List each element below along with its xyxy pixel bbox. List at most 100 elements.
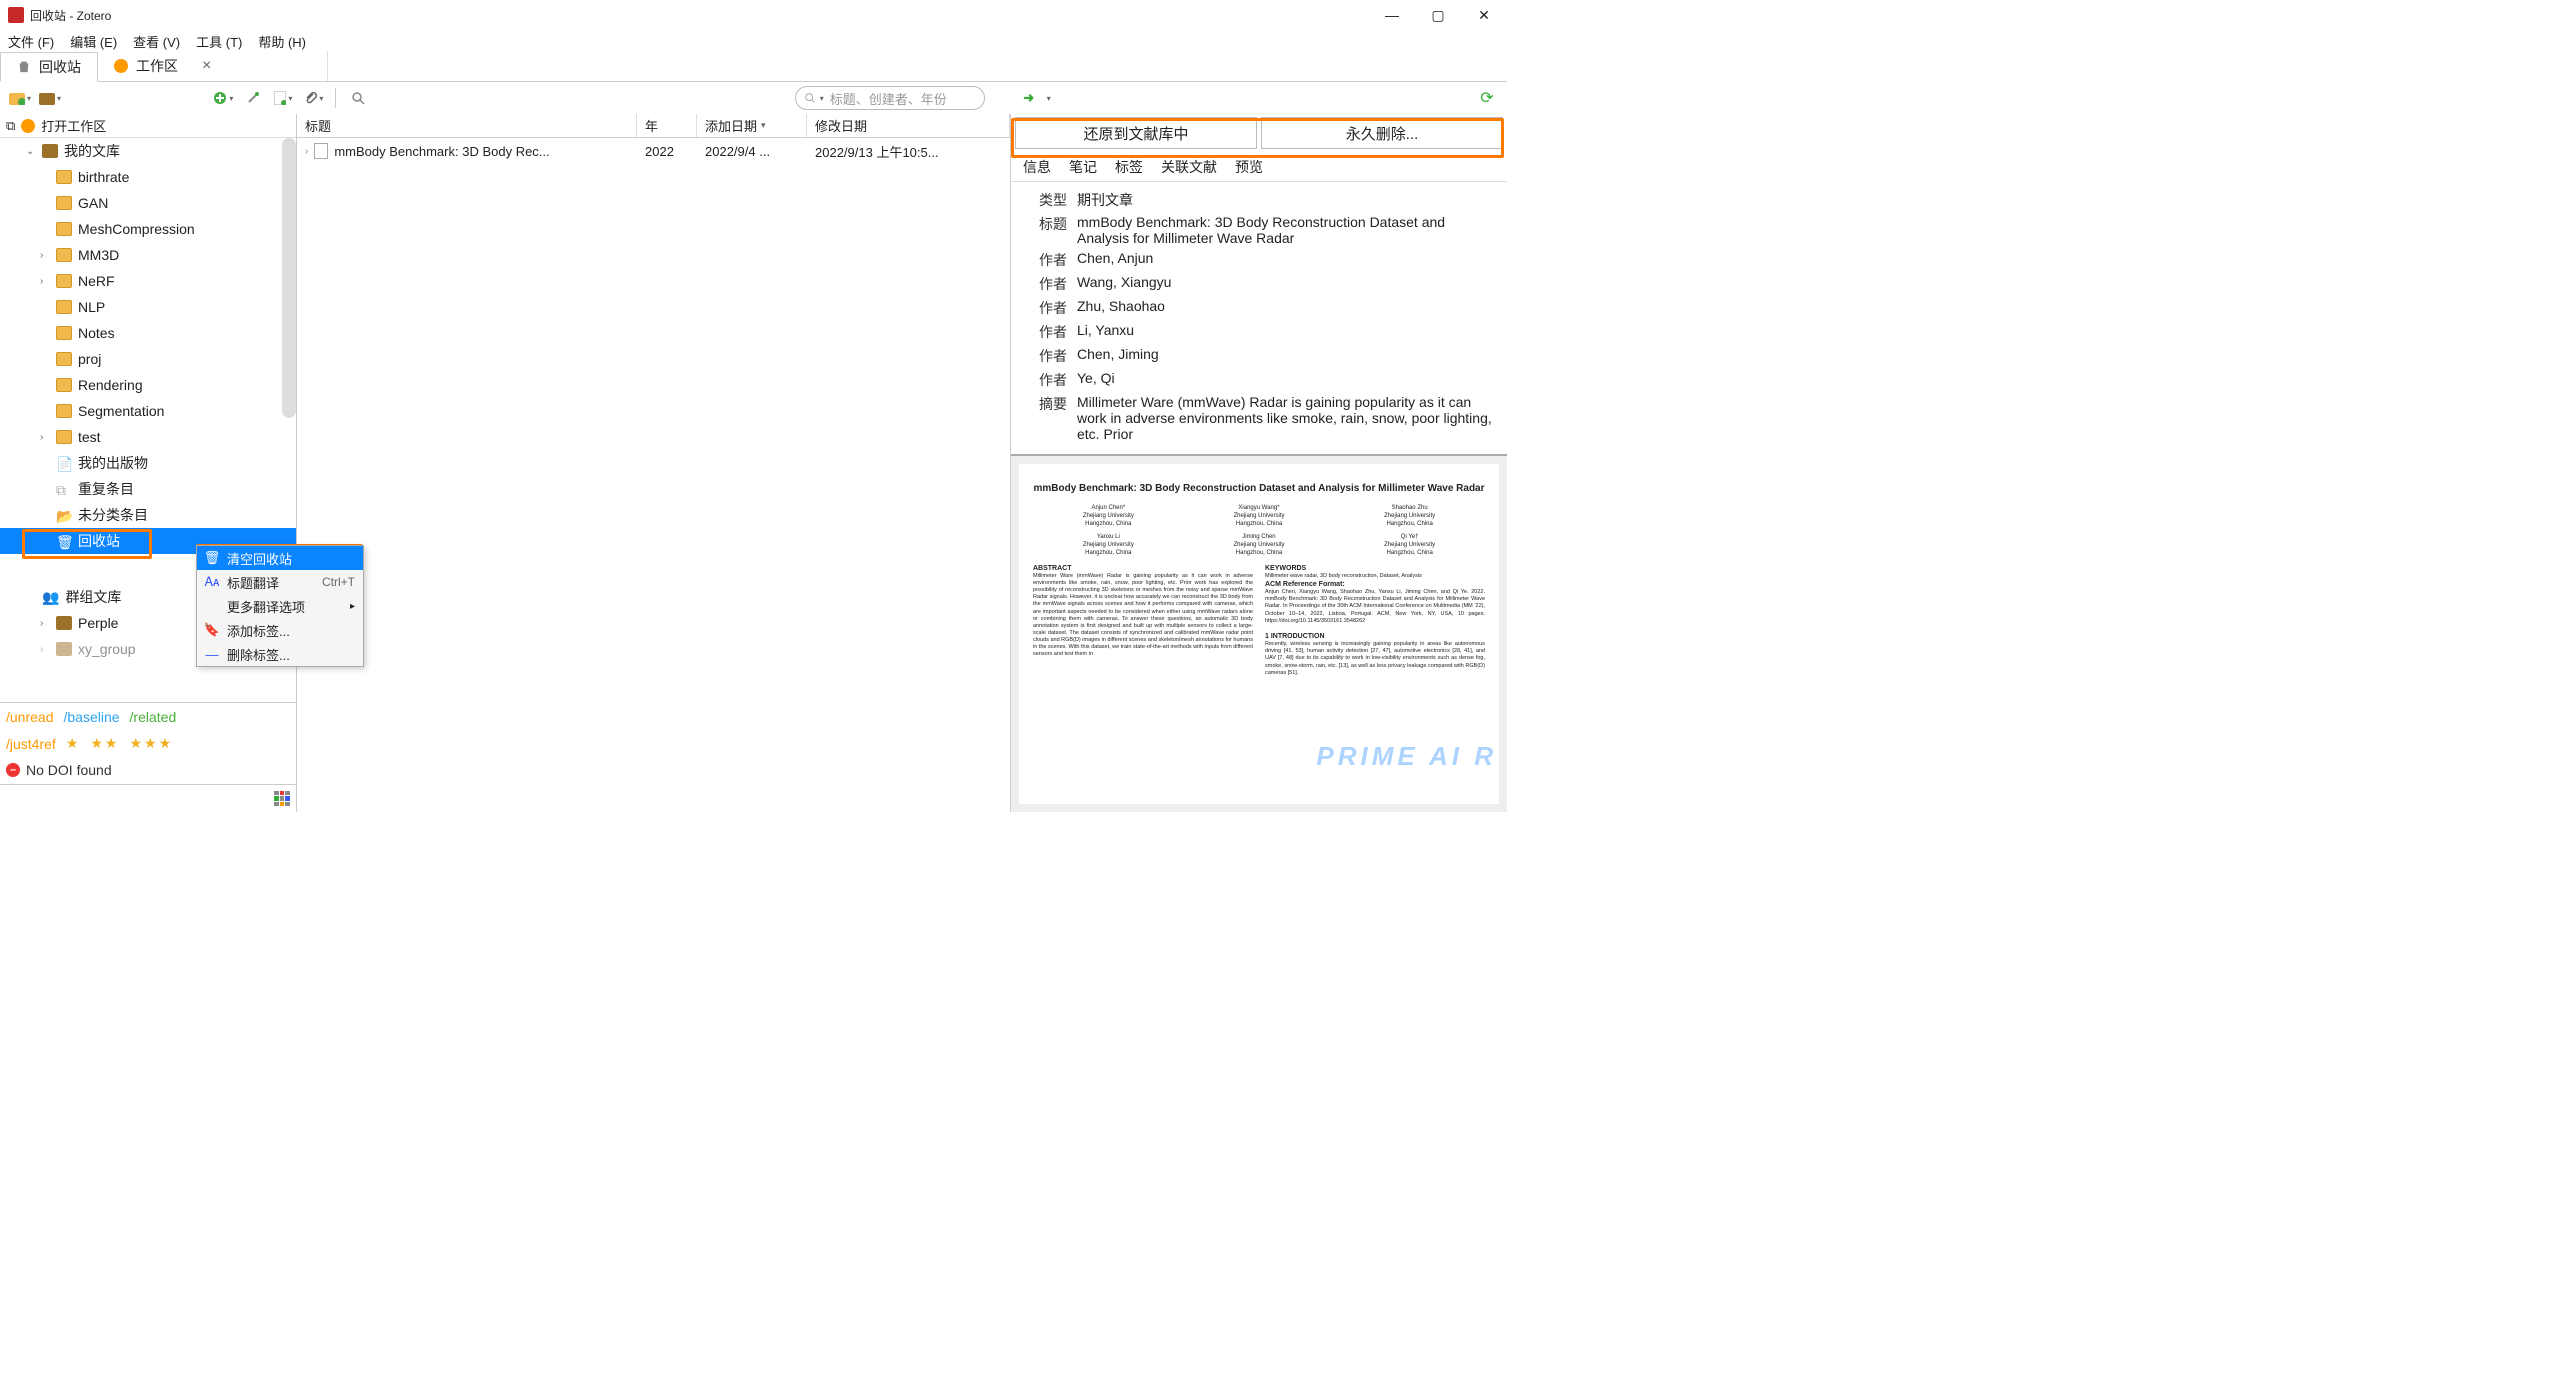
field-author[interactable]: Chen, Anjun — [1077, 250, 1497, 270]
library-icon — [56, 616, 72, 630]
tree-folder[interactable]: NLP — [0, 294, 296, 320]
sync-locate-button[interactable]: ➜ — [1017, 86, 1041, 110]
info-panel: 类型期刊文章 标题mmBody Benchmark: 3D Body Recon… — [1011, 182, 1507, 454]
item-row[interactable]: ›mmBody Benchmark: 3D Body Rec... 2022 2… — [297, 138, 1010, 164]
search-input[interactable]: ▾ 标题、创建者、年份 — [795, 86, 985, 110]
tree-folder[interactable]: GAN — [0, 190, 296, 216]
new-item-button[interactable] — [211, 86, 235, 110]
tab-tags[interactable]: 标签 — [1115, 157, 1143, 177]
field-author[interactable]: Li, Yanxu — [1077, 322, 1497, 342]
zotero-icon — [114, 59, 128, 73]
menu-help[interactable]: 帮助 (H) — [258, 32, 306, 51]
tag[interactable]: /related — [130, 709, 177, 725]
library-icon — [42, 144, 58, 158]
star-rating-2[interactable]: ★★ — [90, 735, 119, 752]
window-title: 回收站 - Zotero — [30, 7, 111, 24]
external-icon: ⧉ — [6, 118, 15, 134]
menu-view[interactable]: 查看 (V) — [133, 32, 180, 51]
tab-related[interactable]: 关联文献 — [1161, 157, 1217, 177]
field-title[interactable]: mmBody Benchmark: 3D Body Reconstruction… — [1077, 214, 1497, 246]
note-button[interactable] — [271, 86, 295, 110]
new-collection-button[interactable] — [8, 86, 32, 110]
field-author[interactable]: Chen, Jiming — [1077, 346, 1497, 366]
menu-tools[interactable]: 工具 (T) — [196, 32, 242, 51]
close-window-button[interactable]: ✕ — [1461, 0, 1507, 30]
group-icon: 👥 — [42, 589, 59, 606]
col-modified[interactable]: 修改日期 — [807, 114, 1010, 137]
new-library-button[interactable] — [38, 86, 62, 110]
attach-button[interactable] — [301, 86, 325, 110]
folder-icon — [56, 300, 72, 314]
left-header-label: 打开工作区 — [41, 116, 106, 135]
tags-pane: /unread /baseline /related /just4ref ★ ★… — [0, 702, 296, 784]
ctx-translate-title[interactable]: 🗛标题翻译Ctrl+T — [197, 570, 363, 594]
pdf-preview[interactable]: mmBody Benchmark: 3D Body Reconstruction… — [1011, 454, 1507, 812]
tree-duplicates[interactable]: ⧉重复条目 — [0, 476, 296, 502]
tab-workspace[interactable]: 工作区 × — [98, 51, 328, 81]
delete-permanently-button[interactable]: 永久删除... — [1261, 117, 1503, 149]
tree-folder[interactable]: proj — [0, 346, 296, 372]
tree-my-publications[interactable]: 📄我的出版物 — [0, 450, 296, 476]
folder-icon — [56, 196, 72, 210]
tab-info[interactable]: 信息 — [1023, 157, 1051, 177]
col-title[interactable]: 标题 — [297, 114, 637, 137]
tree-folder[interactable]: Rendering — [0, 372, 296, 398]
minus-icon: — — [205, 647, 219, 661]
app-icon — [8, 7, 24, 23]
menu-file[interactable]: 文件 (F) — [8, 32, 54, 51]
tree-folder[interactable]: ›MM3D — [0, 242, 296, 268]
field-abstract[interactable]: Millimeter Ware (mmWave) Radar is gainin… — [1077, 394, 1497, 442]
sync-button[interactable]: ⟳ — [1475, 86, 1499, 110]
tag-filter-input[interactable] — [6, 791, 274, 806]
star-rating-1[interactable]: ★ — [66, 735, 81, 752]
search-button[interactable] — [346, 86, 370, 110]
tree-folder[interactable]: Segmentation — [0, 398, 296, 424]
tree-folder[interactable]: ›test — [0, 424, 296, 450]
tag[interactable]: /baseline — [63, 709, 119, 725]
wand-button[interactable] — [241, 86, 265, 110]
unfiled-icon: 📂 — [56, 508, 72, 522]
col-year[interactable]: 年 — [637, 114, 697, 137]
doc-icon: 📄 — [56, 456, 72, 470]
field-type[interactable]: 期刊文章 — [1077, 190, 1497, 210]
close-tab-button[interactable]: × — [202, 57, 211, 75]
trash-icon-white: 🗑 — [56, 534, 72, 548]
ctx-add-tag[interactable]: 🔖添加标签... — [197, 618, 363, 642]
folder-icon — [56, 326, 72, 340]
folder-icon — [56, 352, 72, 366]
col-added[interactable]: 添加日期 ▾ — [697, 114, 807, 137]
items-pane: 标题 年 添加日期 ▾ 修改日期 ›mmBody Benchmark: 3D B… — [297, 114, 1011, 812]
collections-pane: ⧉ 打开工作区 ⌄我的文库 birthrate GAN MeshCompress… — [0, 114, 297, 812]
tree-unfiled[interactable]: 📂未分类条目 — [0, 502, 296, 528]
field-author[interactable]: Ye, Qi — [1077, 370, 1497, 390]
scrollbar[interactable] — [282, 138, 296, 418]
left-header[interactable]: ⧉ 打开工作区 — [0, 114, 296, 138]
chevron-right-icon: ▸ — [350, 601, 355, 612]
tab-trash[interactable]: 回收站 — [0, 52, 98, 82]
folder-icon — [56, 404, 72, 418]
ctx-more-translate[interactable]: 更多翻译选项▸ — [197, 594, 363, 618]
restore-button[interactable]: 还原到文献库中 — [1015, 117, 1257, 149]
tree-folder[interactable]: birthrate — [0, 164, 296, 190]
tag-no-doi[interactable]: –No DOI found — [6, 762, 112, 778]
ctx-remove-tag[interactable]: —删除标签... — [197, 642, 363, 666]
tag[interactable]: /unread — [6, 709, 53, 725]
tab-notes[interactable]: 笔记 — [1069, 157, 1097, 177]
tree-folder[interactable]: Notes — [0, 320, 296, 346]
library-icon — [56, 642, 72, 656]
ctx-empty-trash[interactable]: 🗑清空回收站 — [197, 546, 363, 570]
tag-color-grid-button[interactable] — [274, 791, 290, 807]
tab-preview[interactable]: 预览 — [1235, 157, 1263, 177]
tab-workspace-label: 工作区 — [136, 56, 178, 76]
tag[interactable]: /just4ref — [6, 736, 56, 752]
menu-edit[interactable]: 编辑 (E) — [70, 32, 117, 51]
tree-folder[interactable]: ›NeRF — [0, 268, 296, 294]
tree-my-library[interactable]: ⌄我的文库 — [0, 138, 296, 164]
field-author[interactable]: Zhu, Shaohao — [1077, 298, 1497, 318]
minimize-button[interactable]: — — [1369, 0, 1415, 30]
maximize-button[interactable]: ▢ — [1415, 0, 1461, 30]
tree-folder[interactable]: MeshCompression — [0, 216, 296, 242]
bookmark-icon: 🔖 — [205, 623, 219, 637]
field-author[interactable]: Wang, Xiangyu — [1077, 274, 1497, 294]
star-rating-3[interactable]: ★★★ — [129, 735, 173, 752]
